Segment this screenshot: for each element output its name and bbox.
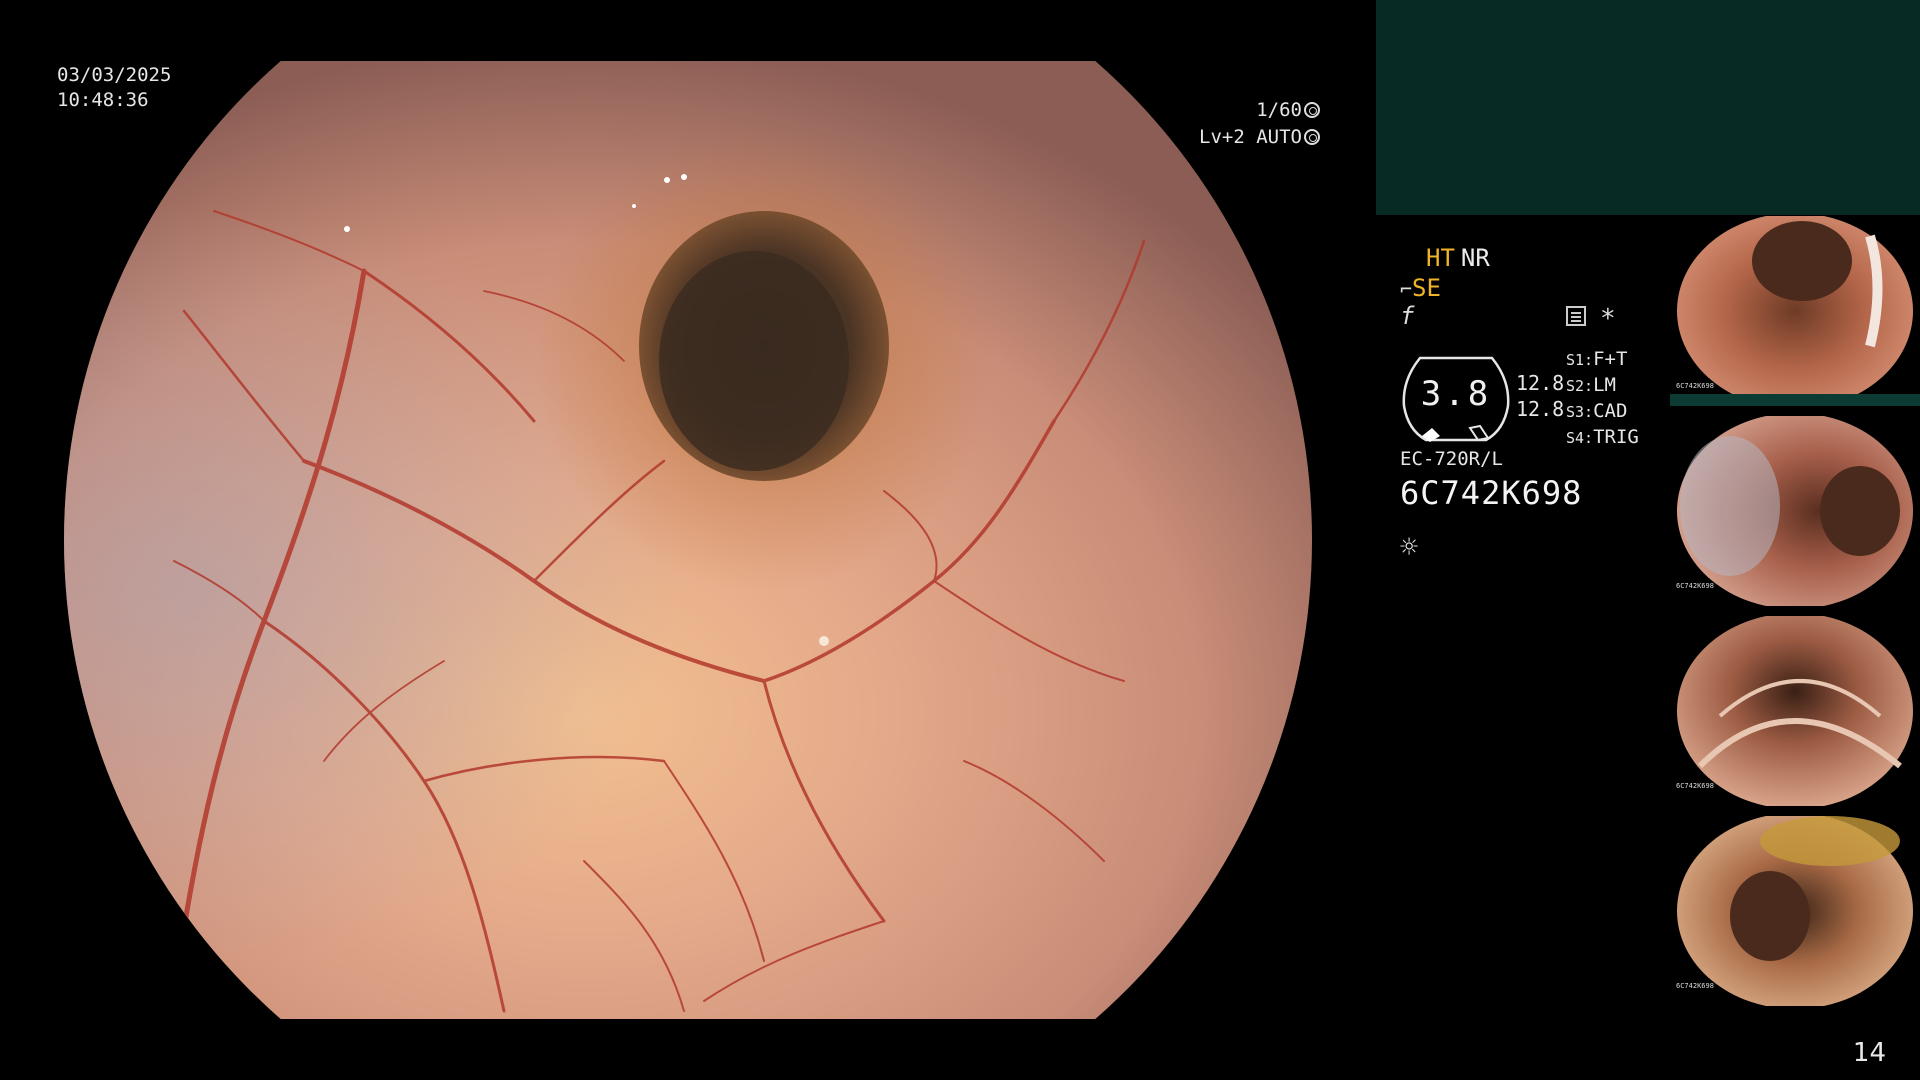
- thumbnail-label: 6C742K698: [1676, 782, 1714, 790]
- freeze-icon: f: [1400, 302, 1415, 330]
- slot-3: S3:CAD: [1566, 399, 1639, 425]
- slot-value: TRIG: [1593, 426, 1639, 448]
- slot-key: S1:: [1566, 351, 1594, 369]
- info-panel: [1376, 0, 1920, 215]
- scope-model: EC-720R/L: [1400, 448, 1503, 470]
- se-indicator: SE: [1412, 274, 1441, 302]
- exposure-level: Lv+2 AUTO: [1199, 126, 1302, 148]
- zoom-value: 3.8: [1420, 374, 1492, 414]
- slot-key: S3:: [1566, 403, 1594, 421]
- shutter-icon: [1304, 102, 1320, 118]
- nr-indicator: NR: [1460, 244, 1490, 272]
- thumbnail-label: 6C742K698: [1676, 982, 1714, 990]
- endoscopy-view: [64, 61, 1312, 1019]
- endoscopy-image: [64, 61, 1312, 1019]
- scope-values: 12.8 12.8: [1516, 370, 1564, 422]
- ht-indicator: HT: [1426, 244, 1455, 272]
- memo-icon: [1566, 306, 1586, 326]
- exposure-overlay: 1/60 Lv+2 AUTO: [1199, 97, 1320, 151]
- slot-value: CAD: [1593, 400, 1628, 422]
- value-2: 12.8: [1516, 397, 1565, 421]
- switch-assignments: S1:F+T S2:LM S3:CAD S4:TRIG: [1566, 347, 1639, 451]
- se-mode-icon: ⌐: [1400, 277, 1413, 301]
- value-1: 12.8: [1516, 371, 1565, 395]
- slot-1: S1:F+T: [1566, 347, 1639, 373]
- thumbnail-image: [1677, 216, 1913, 406]
- shutter-speed: 1/60: [1256, 99, 1302, 121]
- zoom-gauge: 3.8: [1400, 350, 1512, 442]
- thumbnail-label: 6C742K698: [1676, 582, 1714, 590]
- thumbnail-stripe: [1670, 394, 1920, 406]
- auto-exposure-icon: [1304, 129, 1320, 145]
- time-text: 10:48:36: [57, 89, 149, 111]
- slot-key: S4:: [1566, 429, 1594, 447]
- slot-4: S4:TRIG: [1566, 425, 1639, 451]
- scope-serial: 6C742K698: [1400, 474, 1583, 512]
- thumbnail-label: 6C742K698: [1676, 382, 1714, 390]
- datetime-overlay: 03/03/2025 10:48:36: [57, 63, 171, 113]
- thumbnail-image: [1677, 816, 1913, 1006]
- processing-modes: HT NR: [1426, 244, 1490, 272]
- thumbnail-1[interactable]: 6C742K698: [1670, 216, 1920, 406]
- thumbnail-3[interactable]: 6C742K698: [1670, 616, 1920, 806]
- date-text: 03/03/2025: [57, 64, 172, 86]
- asterisk-icon: *: [1600, 304, 1616, 334]
- se-mode: ⌐SE: [1400, 274, 1441, 302]
- thumbnail-4[interactable]: 6C742K698: [1670, 816, 1920, 1006]
- slot-key: S2:: [1566, 377, 1594, 395]
- slot-value: LM: [1593, 374, 1616, 396]
- sun-icon: ☼: [1400, 530, 1419, 565]
- page-number: 14: [1852, 1038, 1886, 1068]
- slot-2: S2:LM: [1566, 373, 1639, 399]
- thumbnail-image: [1677, 416, 1913, 606]
- thumbnail-image: [1677, 616, 1913, 806]
- thumbnail-2[interactable]: 6C742K698: [1670, 416, 1920, 606]
- slot-value: F+T: [1593, 348, 1628, 370]
